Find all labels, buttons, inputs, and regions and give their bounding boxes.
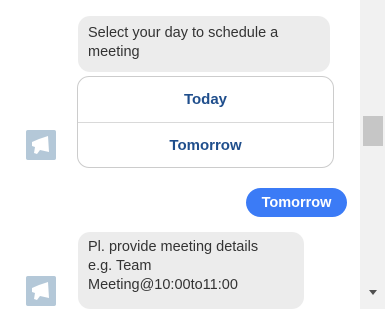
bot-message-text: Select your day to schedule a meeting xyxy=(88,25,279,60)
bot-message-details-prompt: Pl. provide meeting details e.g. Team Me… xyxy=(78,232,304,309)
option-label: Tomorrow xyxy=(169,137,242,154)
scrollbar-thumb[interactable] xyxy=(363,116,383,146)
bot-avatar-glyph xyxy=(32,282,49,300)
option-tomorrow-button[interactable]: Tomorrow xyxy=(78,122,333,167)
option-today-button[interactable]: Today xyxy=(78,77,333,122)
bot-avatar-icon xyxy=(26,276,56,306)
vertical-scrollbar[interactable] xyxy=(360,0,385,309)
chat-area: Select your day to schedule a meeting To… xyxy=(0,0,360,309)
chevron-down-icon[interactable] xyxy=(369,290,377,295)
option-label: Today xyxy=(183,91,228,108)
day-options: Today Tomorrow xyxy=(77,76,334,168)
chat-window: Select your day to schedule a meeting To… xyxy=(0,0,385,309)
bot-message-line: e.g. Team xyxy=(88,258,152,274)
bot-message-line: Pl. provide meeting details xyxy=(88,239,259,255)
user-message-tomorrow: Tomorrow xyxy=(246,188,347,217)
bot-avatar-icon xyxy=(26,130,56,160)
user-message-text: Tomorrow xyxy=(261,194,332,211)
bot-message-day-prompt: Select your day to schedule a meeting xyxy=(78,16,330,72)
bot-message-line: Meeting@10:00to11:00 xyxy=(88,277,238,293)
bot-avatar-glyph xyxy=(32,136,49,154)
